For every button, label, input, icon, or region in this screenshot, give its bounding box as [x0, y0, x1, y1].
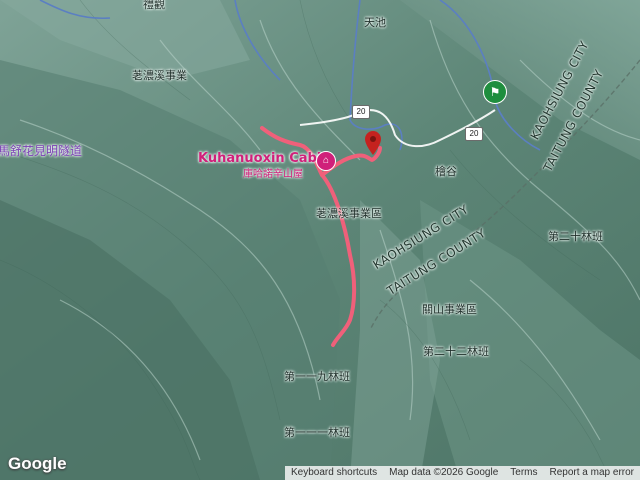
- attribution-bar: Keyboard shortcuts Map data ©2026 Google…: [284, 466, 640, 480]
- map-view[interactable]: 禮觀 天池 荖濃溪事業 馬舒花見明隧道 Kuhanuoxin Cabin 庫哈諾…: [0, 0, 640, 480]
- terrain-layer: [0, 0, 640, 480]
- road-shield: 20: [352, 105, 370, 119]
- map-data-text: Map data ©2026 Google: [389, 467, 499, 478]
- place-label: 荖濃溪事業區: [316, 207, 382, 220]
- report-error-link[interactable]: Report a map error: [544, 466, 640, 480]
- cabin-label-zh[interactable]: 庫哈諾辛山屋: [243, 165, 303, 180]
- place-label: 第一一一林班: [284, 426, 350, 439]
- place-label: 荖濃溪事業: [132, 69, 187, 82]
- place-label: 禮觀: [143, 0, 165, 11]
- place-label: 關山事業區: [422, 303, 477, 316]
- lodging-icon[interactable]: ⌂: [316, 151, 336, 171]
- road-shield: 20: [465, 127, 483, 141]
- hiking-icon[interactable]: ⚑: [483, 80, 507, 104]
- place-label: 檜谷: [435, 165, 457, 178]
- terms-link[interactable]: Terms: [504, 466, 543, 480]
- place-label: 天池: [364, 16, 386, 29]
- cabin-label[interactable]: Kuhanuoxin Cabin: [198, 151, 331, 166]
- place-label: 第一一九林班: [284, 370, 350, 383]
- keyboard-shortcuts-link[interactable]: Keyboard shortcuts: [285, 466, 383, 480]
- google-logo: Google: [8, 454, 67, 473]
- map-pin-icon[interactable]: [365, 131, 381, 155]
- place-label: 第二十林班: [548, 230, 603, 243]
- tunnel-label: 馬舒花見明隧道: [0, 144, 83, 158]
- place-label: 第二十二林班: [423, 345, 489, 358]
